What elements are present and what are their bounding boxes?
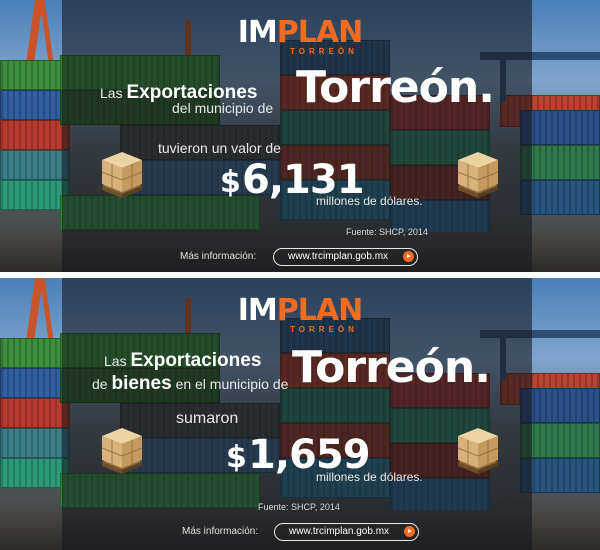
source-note: Fuente: SHCP, 2014 bbox=[258, 502, 340, 512]
boxes-on-pallet-icon bbox=[457, 428, 499, 474]
boxes-on-pallet-icon bbox=[457, 152, 499, 198]
intro-line: Las Exportaciones bbox=[104, 350, 262, 371]
amount-unit: millones de dólares. bbox=[316, 194, 423, 208]
municipality-line: de bienes en el municipio de bbox=[92, 373, 289, 394]
amount-unit: millones de dólares. bbox=[316, 470, 423, 484]
more-info-label: Más información: bbox=[180, 251, 257, 262]
verb-line: tuvieron un valor de bbox=[158, 140, 281, 156]
more-info-label: Más información: bbox=[182, 526, 259, 537]
website-link[interactable]: www.trcimplan.gob.mx bbox=[274, 523, 419, 541]
source-note: Fuente: SHCP, 2014 bbox=[346, 227, 428, 237]
currency-symbol: $ bbox=[226, 440, 247, 475]
arrow-circle-icon bbox=[403, 251, 414, 262]
municipality-line: del municipio de bbox=[172, 100, 274, 116]
city-name: Torreón. bbox=[292, 342, 491, 393]
currency-symbol: $ bbox=[220, 165, 241, 200]
arrow-circle-icon bbox=[404, 526, 415, 537]
implan-logo: IMPLAN TORREÓN bbox=[237, 293, 363, 335]
city-name: Torreón. bbox=[296, 62, 495, 113]
infographic-banner-1: IMPLAN TORREÓN Las Exportaciones del mun… bbox=[0, 0, 600, 272]
boxes-on-pallet-icon bbox=[101, 428, 143, 474]
website-link[interactable]: www.trcimplan.gob.mx bbox=[273, 248, 418, 266]
boxes-on-pallet-icon bbox=[101, 152, 143, 198]
verb-line: sumaron bbox=[176, 410, 239, 427]
infographic-banner-2: IMPLAN TORREÓN Las Exportaciones de bien… bbox=[0, 278, 600, 550]
implan-logo: IMPLAN TORREÓN bbox=[237, 15, 363, 57]
